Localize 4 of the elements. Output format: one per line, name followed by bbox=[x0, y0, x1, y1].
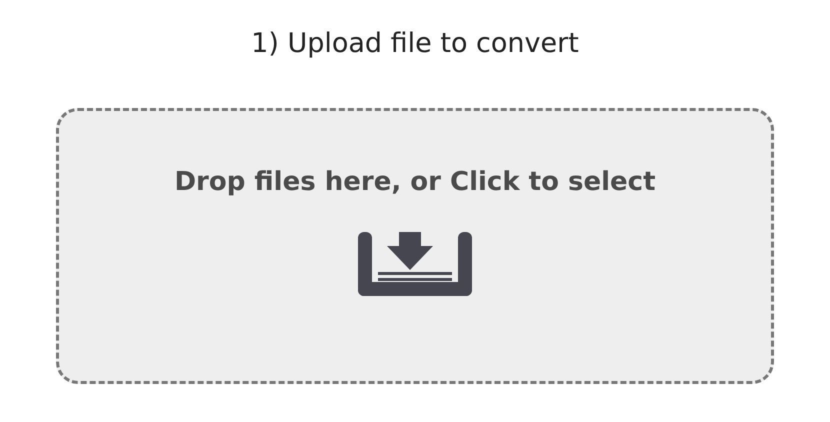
download-tray-icon bbox=[358, 232, 472, 296]
file-drop-zone[interactable]: Drop files here, or Click to select bbox=[56, 108, 774, 384]
section-heading: 1) Upload file to convert bbox=[250, 28, 580, 60]
drop-zone-label: Drop files here, or Click to select bbox=[174, 166, 656, 200]
